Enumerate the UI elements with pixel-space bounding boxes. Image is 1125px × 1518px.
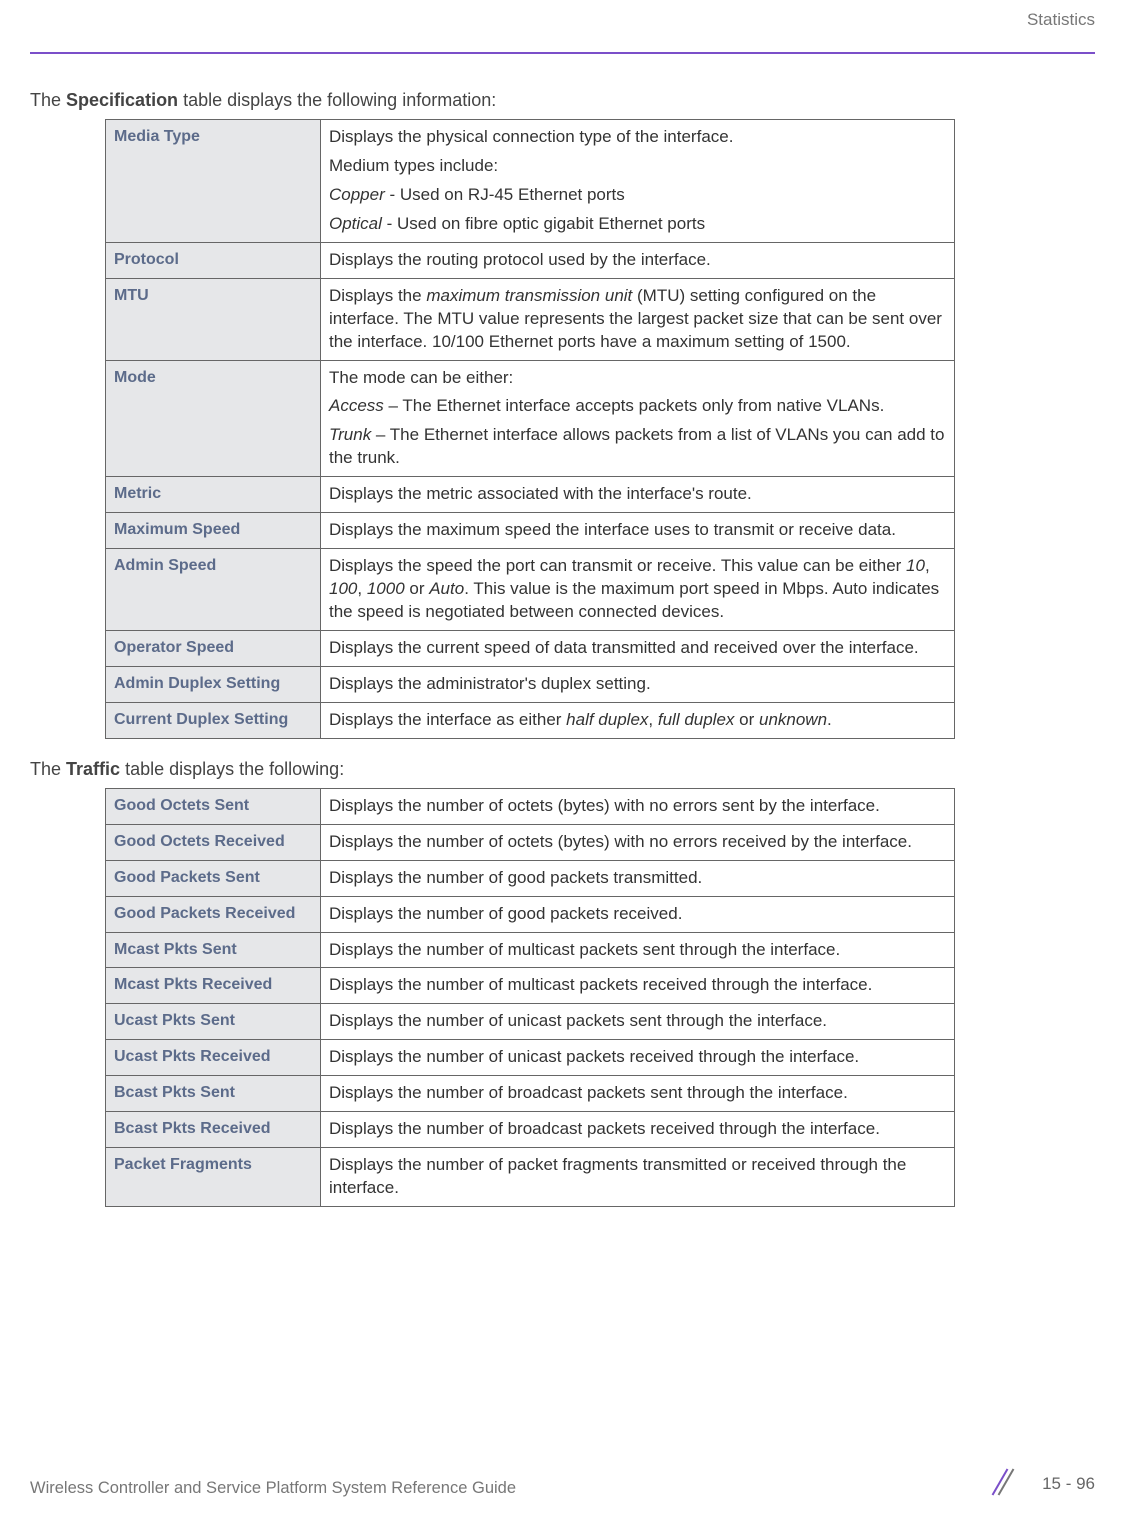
table-row: ModeThe mode can be either:Access – The … bbox=[106, 360, 955, 477]
row-description: Displays the number of broadcast packets… bbox=[321, 1076, 955, 1112]
row-label: Ucast Pkts Received bbox=[106, 1040, 321, 1076]
table-row: Good Octets ReceivedDisplays the number … bbox=[106, 824, 955, 860]
intro-traffic: The Traffic table displays the following… bbox=[30, 759, 1095, 780]
row-description: Displays the speed the port can transmit… bbox=[321, 549, 955, 631]
row-description: Displays the number of unicast packets r… bbox=[321, 1040, 955, 1076]
row-description: Displays the interface as either half du… bbox=[321, 702, 955, 738]
row-description: The mode can be either:Access – The Ethe… bbox=[321, 360, 955, 477]
row-description: Displays the routing protocol used by th… bbox=[321, 242, 955, 278]
row-label: Good Packets Received bbox=[106, 896, 321, 932]
row-description: Displays the number of octets (bytes) wi… bbox=[321, 824, 955, 860]
row-description: Displays the maximum speed the interface… bbox=[321, 513, 955, 549]
row-description: Displays the administrator's duplex sett… bbox=[321, 666, 955, 702]
row-description: Displays the number of octets (bytes) wi… bbox=[321, 788, 955, 824]
row-label: Mode bbox=[106, 360, 321, 477]
row-description: Displays the number of multicast packets… bbox=[321, 932, 955, 968]
row-description: Displays the number of packet fragments … bbox=[321, 1148, 955, 1207]
row-label: Media Type bbox=[106, 120, 321, 243]
row-label: Good Packets Sent bbox=[106, 860, 321, 896]
row-label: Maximum Speed bbox=[106, 513, 321, 549]
row-label: Bcast Pkts Received bbox=[106, 1112, 321, 1148]
row-label: Admin Duplex Setting bbox=[106, 666, 321, 702]
intro-text: table displays the following: bbox=[120, 759, 344, 779]
row-description: Displays the number of broadcast packets… bbox=[321, 1112, 955, 1148]
table-row: Ucast Pkts ReceivedDisplays the number o… bbox=[106, 1040, 955, 1076]
specification-table: Media TypeDisplays the physical connecti… bbox=[105, 119, 955, 739]
row-label: Metric bbox=[106, 477, 321, 513]
table-row: Mcast Pkts ReceivedDisplays the number o… bbox=[106, 968, 955, 1004]
header-section: Statistics bbox=[1027, 10, 1095, 29]
row-label: Mcast Pkts Sent bbox=[106, 932, 321, 968]
row-label: Protocol bbox=[106, 242, 321, 278]
table-row: MetricDisplays the metric associated wit… bbox=[106, 477, 955, 513]
row-description: Displays the number of good packets tran… bbox=[321, 860, 955, 896]
row-label: MTU bbox=[106, 278, 321, 360]
row-label: Admin Speed bbox=[106, 549, 321, 631]
traffic-table: Good Octets SentDisplays the number of o… bbox=[105, 788, 955, 1207]
intro-bold: Specification bbox=[66, 90, 178, 110]
row-label: Mcast Pkts Received bbox=[106, 968, 321, 1004]
header-rule bbox=[30, 52, 1095, 54]
table-row: Good Packets SentDisplays the number of … bbox=[106, 860, 955, 896]
row-description: Displays the number of good packets rece… bbox=[321, 896, 955, 932]
footer-guide: Wireless Controller and Service Platform… bbox=[30, 1479, 516, 1497]
row-description: Displays the number of unicast packets s… bbox=[321, 1004, 955, 1040]
row-label: Current Duplex Setting bbox=[106, 702, 321, 738]
table-row: Media TypeDisplays the physical connecti… bbox=[106, 120, 955, 243]
intro-text: The bbox=[30, 759, 66, 779]
row-label: Operator Speed bbox=[106, 630, 321, 666]
table-row: Good Octets SentDisplays the number of o… bbox=[106, 788, 955, 824]
row-description: Displays the current speed of data trans… bbox=[321, 630, 955, 666]
table-row: Admin SpeedDisplays the speed the port c… bbox=[106, 549, 955, 631]
intro-bold: Traffic bbox=[66, 759, 120, 779]
table-row: Ucast Pkts SentDisplays the number of un… bbox=[106, 1004, 955, 1040]
table-row: Mcast Pkts SentDisplays the number of mu… bbox=[106, 932, 955, 968]
table-row: Maximum SpeedDisplays the maximum speed … bbox=[106, 513, 955, 549]
row-label: Bcast Pkts Sent bbox=[106, 1076, 321, 1112]
table-row: ProtocolDisplays the routing protocol us… bbox=[106, 242, 955, 278]
row-description: Displays the physical connection type of… bbox=[321, 120, 955, 243]
row-description: Displays the metric associated with the … bbox=[321, 477, 955, 513]
footer-slash-icon bbox=[987, 1468, 1015, 1496]
table-row: Admin Duplex SettingDisplays the adminis… bbox=[106, 666, 955, 702]
table-row: Good Packets ReceivedDisplays the number… bbox=[106, 896, 955, 932]
row-label: Good Octets Sent bbox=[106, 788, 321, 824]
row-label: Packet Fragments bbox=[106, 1148, 321, 1207]
footer-page-number: 15 - 96 bbox=[1042, 1474, 1095, 1494]
row-label: Good Octets Received bbox=[106, 824, 321, 860]
row-description: Displays the number of multicast packets… bbox=[321, 968, 955, 1004]
table-row: Current Duplex SettingDisplays the inter… bbox=[106, 702, 955, 738]
table-row: Packet FragmentsDisplays the number of p… bbox=[106, 1148, 955, 1207]
page-footer: Wireless Controller and Service Platform… bbox=[30, 1479, 1095, 1498]
table-row: Operator SpeedDisplays the current speed… bbox=[106, 630, 955, 666]
row-label: Ucast Pkts Sent bbox=[106, 1004, 321, 1040]
intro-text: The bbox=[30, 90, 66, 110]
row-description: Displays the maximum transmission unit (… bbox=[321, 278, 955, 360]
intro-specification: The Specification table displays the fol… bbox=[30, 90, 1095, 111]
intro-text: table displays the following information… bbox=[178, 90, 496, 110]
table-row: MTUDisplays the maximum transmission uni… bbox=[106, 278, 955, 360]
table-row: Bcast Pkts SentDisplays the number of br… bbox=[106, 1076, 955, 1112]
table-row: Bcast Pkts ReceivedDisplays the number o… bbox=[106, 1112, 955, 1148]
